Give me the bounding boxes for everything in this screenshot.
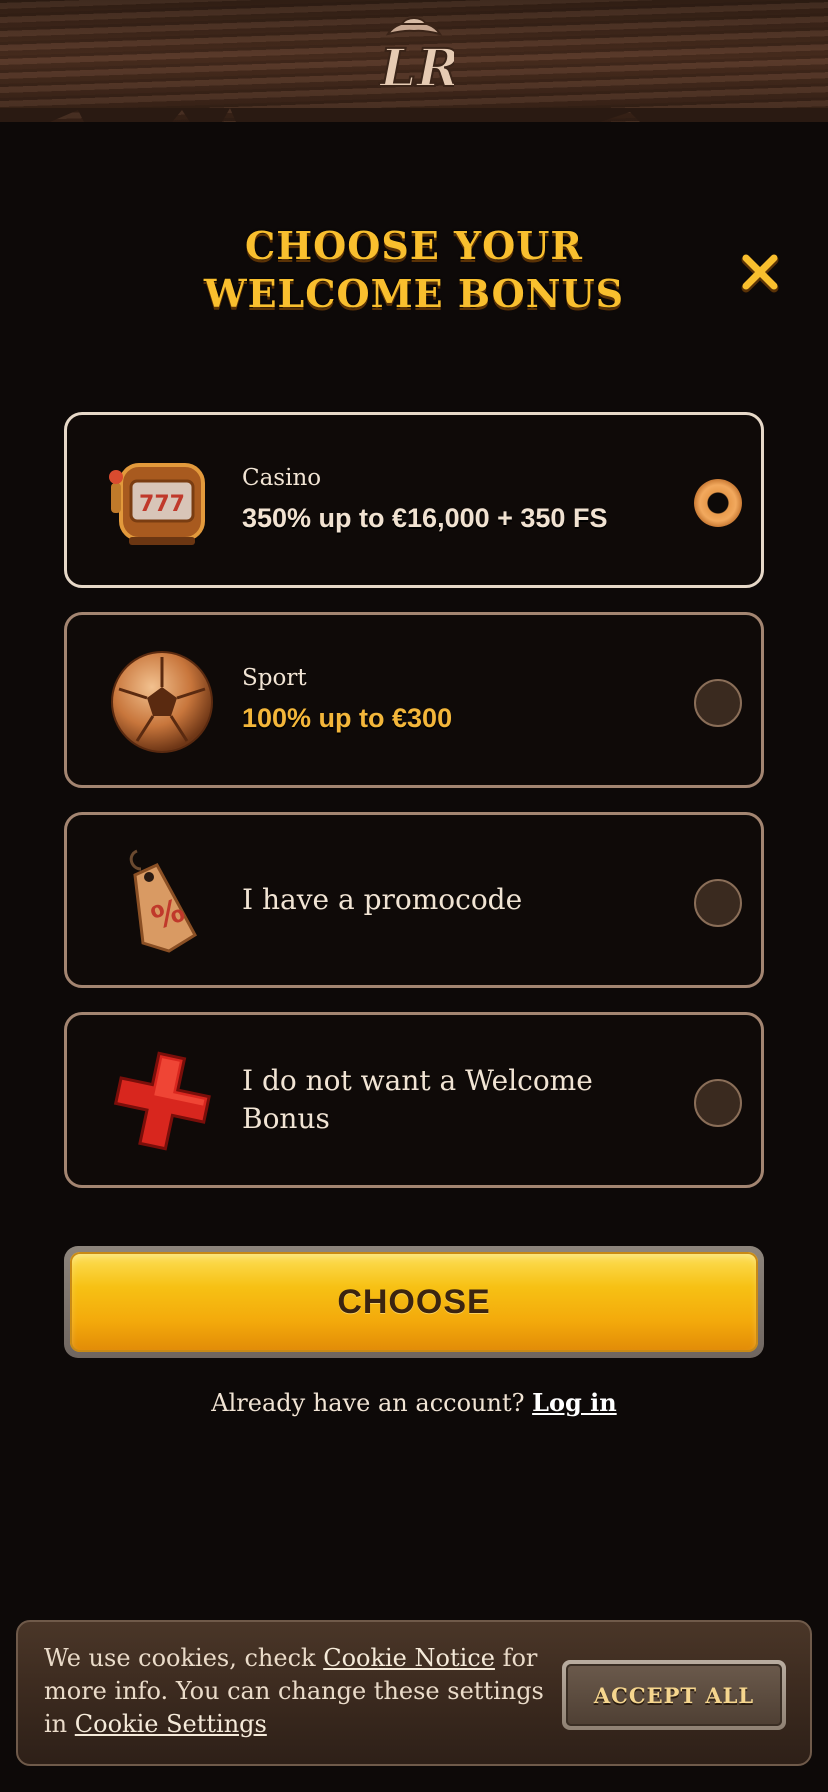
- svg-text:777: 777: [139, 492, 185, 517]
- option-promocode[interactable]: % I have a promocode: [64, 812, 764, 988]
- option-no-bonus[interactable]: I do not want a Welcome Bonus: [64, 1012, 764, 1188]
- title-line-2: WELCOME BONUS: [203, 271, 625, 316]
- soccer-ball-icon: [107, 647, 217, 757]
- option-sport[interactable]: Sport 100% up to €300: [64, 612, 764, 788]
- radio-no-bonus[interactable]: [694, 1079, 742, 1127]
- option-promocode-text: I have a promocode: [242, 815, 662, 985]
- option-label: Casino: [242, 465, 322, 491]
- accept-all-label: ACCEPT ALL: [593, 1682, 755, 1708]
- percent-tag-icon: %: [107, 847, 217, 957]
- option-label: I do not want a Welcome Bonus: [242, 1064, 593, 1135]
- title-line-1: CHOOSE YOUR: [245, 223, 583, 268]
- site-header: LR: [0, 0, 828, 130]
- logo-text: LR: [378, 38, 454, 96]
- radio-sport[interactable]: [694, 679, 742, 727]
- option-sport-text: Sport 100% up to €300: [242, 615, 662, 785]
- header-bottom-edge: [0, 108, 828, 130]
- cookie-banner: We use cookies, check Cookie Notice for …: [16, 1620, 812, 1766]
- slot-machine-icon: 777: [107, 447, 217, 557]
- close-x-icon: [741, 254, 779, 293]
- login-link[interactable]: Log in: [532, 1388, 617, 1417]
- cookie-text: We use cookies, check Cookie Notice for …: [44, 1642, 544, 1741]
- accept-all-button[interactable]: ACCEPT ALL: [562, 1660, 786, 1730]
- option-label: I have a promocode: [242, 883, 523, 916]
- option-casino-text: Casino 350% up to €16,000 + 350 FS: [242, 415, 662, 585]
- choose-button-face: CHOOSE: [70, 1252, 758, 1352]
- cookie-text-part-1: We use cookies, check: [44, 1644, 324, 1672]
- option-casino[interactable]: 777 Casino 350% up to €16,000 + 350 FS: [64, 412, 764, 588]
- lr-cowboy-hat-logo[interactable]: LR: [374, 14, 461, 100]
- login-prompt-text: Already have an account?: [211, 1389, 525, 1417]
- login-prompt: Already have an account? Log in: [0, 1388, 828, 1417]
- option-no-bonus-text: I do not want a Welcome Bonus: [242, 1015, 662, 1185]
- option-label: Sport: [242, 665, 307, 691]
- cookie-settings-link[interactable]: Cookie Settings: [75, 1710, 267, 1738]
- choose-button-label: CHOOSE: [337, 1282, 491, 1321]
- choose-button[interactable]: CHOOSE: [64, 1246, 764, 1358]
- page-title: CHOOSE YOUR WELCOME BONUS: [150, 222, 678, 318]
- option-bonus-value: 350% up to €16,000 + 350 FS: [242, 503, 608, 533]
- radio-promocode[interactable]: [694, 879, 742, 927]
- close-button[interactable]: [736, 248, 784, 296]
- red-cross-icon: [107, 1047, 217, 1157]
- option-bonus-value: 100% up to €300: [242, 703, 453, 733]
- accept-all-button-face: ACCEPT ALL: [566, 1664, 782, 1726]
- radio-casino[interactable]: [694, 479, 742, 527]
- cookie-notice-link[interactable]: Cookie Notice: [323, 1644, 495, 1672]
